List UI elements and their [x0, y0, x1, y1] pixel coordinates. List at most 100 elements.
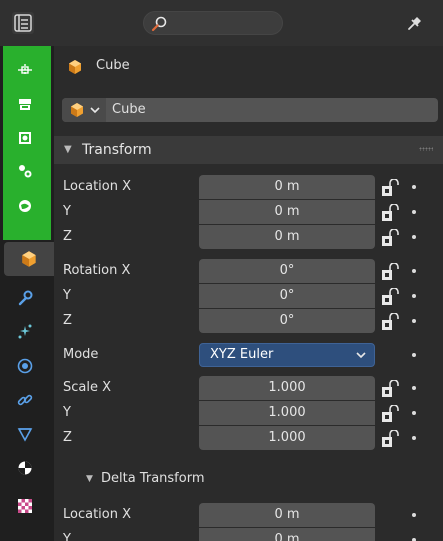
rotation-mode-row: Mode XYZ Euler [54, 343, 443, 367]
rotation-y-row: Y 0° [54, 284, 443, 308]
delta-transform-title: Delta Transform [101, 471, 205, 486]
location-y-row: Y 0 m [54, 200, 443, 224]
rotation-x-label: Rotation X [63, 263, 131, 278]
location-x-label: Location X [63, 179, 132, 194]
chevron-down-icon [356, 352, 366, 359]
pin-button[interactable] [404, 12, 426, 34]
tab-tool[interactable] [6, 54, 44, 86]
tab-texture[interactable] [6, 490, 44, 522]
render-icon [19, 99, 31, 110]
object-icon [71, 103, 83, 117]
scale-z-label: Z [63, 430, 72, 445]
delta-location-y-label: Y [63, 532, 71, 541]
texture-icon [18, 499, 32, 513]
properties-editor-icon [14, 14, 32, 32]
editor-type-button[interactable] [12, 12, 34, 34]
object-datablock-field[interactable]: Cube [62, 98, 438, 122]
pin-icon [408, 17, 421, 30]
location-x-row: Location X 0 m [54, 175, 443, 199]
keyframe-dot-icon[interactable] [412, 411, 416, 415]
datablock-browse-button[interactable] [62, 98, 106, 122]
rotation-z-label: Z [63, 313, 72, 328]
collapse-triangle-icon: ▼ [64, 144, 72, 155]
keyframe-dot-icon[interactable] [412, 513, 416, 517]
lock-icon[interactable] [381, 405, 403, 423]
tab-particles[interactable] [6, 316, 44, 348]
delta-location-y-field[interactable]: 0 m [199, 528, 375, 541]
scale-x-row: Scale X 1.000 [54, 376, 443, 400]
tab-scene[interactable] [6, 190, 44, 222]
scale-y-row: Y 1.000 [54, 401, 443, 425]
lock-icon[interactable] [381, 204, 403, 222]
tab-data[interactable] [6, 418, 44, 450]
collapse-triangle-icon: ▼ [86, 474, 93, 484]
location-z-row: Z 0 m [54, 225, 443, 249]
properties-main: Cube Cube ▼ Transform Location X 0 m Y 0… [54, 46, 443, 541]
lock-icon[interactable] [381, 229, 403, 247]
rotation-z-field[interactable]: 0° [199, 309, 375, 333]
rotation-z-row: Z 0° [54, 309, 443, 333]
rotation-mode-select[interactable]: XYZ Euler [199, 343, 375, 367]
keyframe-dot-icon[interactable] [412, 353, 416, 357]
location-x-field[interactable]: 0 m [199, 175, 375, 199]
lock-icon[interactable] [381, 288, 403, 306]
lock-icon[interactable] [381, 313, 403, 331]
lock-icon[interactable] [381, 380, 403, 398]
location-z-field[interactable]: 0 m [199, 225, 375, 249]
object-context-row: Cube [54, 46, 443, 88]
scale-y-field[interactable]: 1.000 [199, 401, 375, 425]
output-icon [19, 132, 31, 144]
scale-z-field[interactable]: 1.000 [199, 426, 375, 450]
rotation-x-field[interactable]: 0° [199, 259, 375, 283]
view-layer-icon [19, 165, 32, 178]
tab-object[interactable] [4, 242, 54, 276]
keyframe-dot-icon[interactable] [412, 386, 416, 390]
keyframe-dot-icon[interactable] [412, 185, 416, 189]
delta-transform-subpanel-header[interactable]: ▼ Delta Transform [54, 465, 443, 493]
object-name: Cube [96, 58, 130, 73]
rotation-y-field[interactable]: 0° [199, 284, 375, 308]
scale-z-row: Z 1.000 [54, 426, 443, 450]
keyframe-dot-icon[interactable] [412, 319, 416, 323]
properties-tabs [0, 46, 54, 541]
drag-grip-icon[interactable] [419, 147, 433, 151]
lock-icon[interactable] [381, 263, 403, 281]
delta-location-y-row: Y 0 m [54, 528, 443, 541]
delta-location-x-row: Location X 0 m [54, 503, 443, 527]
tab-physics[interactable] [6, 350, 44, 382]
tab-render[interactable] [6, 88, 44, 120]
location-y-field[interactable]: 0 m [199, 200, 375, 224]
delta-location-x-field[interactable]: 0 m [199, 503, 375, 527]
tab-material[interactable] [6, 452, 44, 484]
physics-icon [17, 358, 33, 374]
transform-panel-header[interactable]: ▼ Transform [54, 136, 443, 164]
wrench-icon [18, 290, 33, 306]
keyframe-dot-icon[interactable] [412, 235, 416, 239]
tab-output[interactable] [6, 122, 44, 154]
keyframe-dot-icon[interactable] [412, 210, 416, 214]
lock-icon[interactable] [381, 430, 403, 448]
tab-constraints[interactable] [6, 384, 44, 416]
scale-y-label: Y [63, 405, 71, 420]
rotation-y-label: Y [63, 288, 71, 303]
lock-icon[interactable] [381, 179, 403, 197]
chevron-down-icon [90, 107, 100, 114]
keyframe-dot-icon[interactable] [412, 294, 416, 298]
keyframe-dot-icon[interactable] [412, 436, 416, 440]
scale-x-field[interactable]: 1.000 [199, 376, 375, 400]
rotation-x-row: Rotation X 0° [54, 259, 443, 283]
tool-icon [18, 64, 32, 76]
mode-label: Mode [63, 347, 99, 362]
constraints-icon [17, 394, 33, 406]
properties-header [0, 0, 443, 46]
object-icon [22, 251, 36, 267]
tab-view-layer[interactable] [6, 156, 44, 188]
keyframe-dot-icon[interactable] [412, 269, 416, 273]
location-y-label: Y [63, 204, 71, 219]
object-icon [69, 60, 81, 74]
search-input[interactable] [143, 11, 283, 35]
datablock-name: Cube [112, 102, 146, 117]
search-icon [151, 16, 167, 32]
tab-modifiers[interactable] [6, 282, 44, 314]
delta-location-x-label: Location X [63, 507, 132, 522]
